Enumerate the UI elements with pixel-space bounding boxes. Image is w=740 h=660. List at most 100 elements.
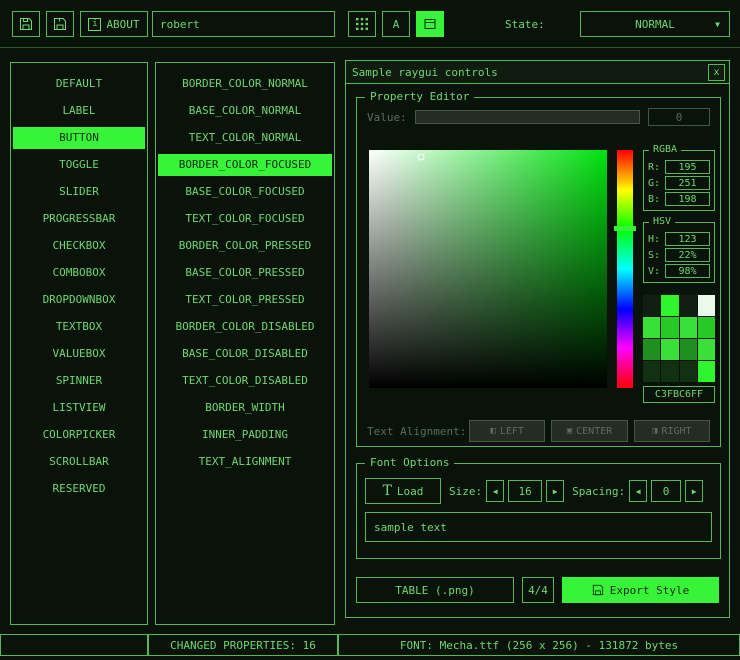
color-saturation-value-picker[interactable] xyxy=(369,150,607,388)
controls-list-item[interactable]: RESERVED xyxy=(13,478,145,500)
color-swatch[interactable] xyxy=(698,361,715,382)
spacing-decrement-button[interactable]: ◀ xyxy=(629,480,647,502)
color-swatch[interactable] xyxy=(680,317,697,338)
grid-icon xyxy=(356,18,368,30)
style-name-input[interactable] xyxy=(152,11,335,37)
g-label: G: xyxy=(648,178,662,189)
controls-list-item[interactable]: DROPDOWNBOX xyxy=(13,289,145,311)
color-swatch[interactable] xyxy=(643,295,660,316)
hex-color-box[interactable]: C3FBC6FF xyxy=(643,386,715,403)
export-page-indicator[interactable]: 4/4 xyxy=(522,577,554,603)
state-dropdown[interactable]: NORMAL ▼ xyxy=(580,11,730,37)
s-value-box[interactable]: 22% xyxy=(665,248,710,262)
color-swatch[interactable] xyxy=(643,317,660,338)
color-swatch[interactable] xyxy=(680,361,697,382)
controls-list-item[interactable]: COMBOBOX xyxy=(13,262,145,284)
size-value-box[interactable]: 16 xyxy=(508,480,542,502)
properties-list-item[interactable]: TEXT_COLOR_DISABLED xyxy=(158,370,332,392)
rgba-group-title: RGBA xyxy=(649,144,681,155)
export-format-button[interactable]: TABLE (.png) xyxy=(356,577,514,603)
align-center-button[interactable]: ▣ CENTER xyxy=(551,420,627,442)
properties-list-item[interactable]: INNER_PADDING xyxy=(158,424,332,446)
export-icon xyxy=(592,584,604,596)
properties-list-item[interactable]: BASE_COLOR_NORMAL xyxy=(158,100,332,122)
align-right-icon: ◨ xyxy=(652,426,657,436)
font-options-title: Font Options xyxy=(365,456,454,469)
color-swatch[interactable] xyxy=(661,295,678,316)
color-swatch[interactable] xyxy=(643,361,660,382)
properties-list-item[interactable]: TEXT_COLOR_FOCUSED xyxy=(158,208,332,230)
properties-list-item[interactable]: BASE_COLOR_PRESSED xyxy=(158,262,332,284)
color-swatch[interactable] xyxy=(661,339,678,360)
color-swatch[interactable] xyxy=(698,295,715,316)
h-value-box[interactable]: 123 xyxy=(665,232,710,246)
controls-list-item[interactable]: TOGGLE xyxy=(13,154,145,176)
properties-list-item[interactable]: BORDER_COLOR_DISABLED xyxy=(158,316,332,338)
value-box[interactable]: 0 xyxy=(648,108,710,126)
size-increment-button[interactable]: ▶ xyxy=(546,480,564,502)
controls-list-item[interactable]: CHECKBOX xyxy=(13,235,145,257)
font-atlas-button[interactable]: A xyxy=(382,11,410,37)
style-grid-button[interactable] xyxy=(348,11,376,37)
b-value-box[interactable]: 198 xyxy=(665,192,710,206)
load-font-button[interactable]: T Load xyxy=(365,478,441,504)
properties-list-item[interactable]: BORDER_COLOR_NORMAL xyxy=(158,73,332,95)
properties-list-item[interactable]: TEXT_COLOR_NORMAL xyxy=(158,127,332,149)
controls-list-item[interactable]: SPINNER xyxy=(13,370,145,392)
g-value-box[interactable]: 251 xyxy=(665,176,710,190)
properties-list-item[interactable]: BASE_COLOR_DISABLED xyxy=(158,343,332,365)
hue-slider-handle[interactable] xyxy=(614,226,636,231)
controls-list-item[interactable]: LISTVIEW xyxy=(13,397,145,419)
align-left-button[interactable]: ◧ LEFT xyxy=(469,420,545,442)
table-view-icon xyxy=(424,18,436,30)
color-swatch[interactable] xyxy=(661,361,678,382)
close-button[interactable]: x xyxy=(708,64,725,81)
color-swatch[interactable] xyxy=(680,339,697,360)
controls-list-item[interactable]: SCROLLBAR xyxy=(13,451,145,473)
properties-list-item[interactable]: BORDER_COLOR_FOCUSED xyxy=(158,154,332,176)
about-button[interactable]: i ABOUT xyxy=(80,11,148,37)
export-style-button[interactable]: Export Style xyxy=(562,577,719,603)
spacing-increment-button[interactable]: ▶ xyxy=(685,480,703,502)
color-swatch[interactable] xyxy=(643,339,660,360)
properties-list-item[interactable]: BORDER_WIDTH xyxy=(158,397,332,419)
sample-window-titlebar[interactable]: Sample raygui controls x xyxy=(346,61,729,84)
color-swatch[interactable] xyxy=(698,317,715,338)
properties-list-item[interactable]: BORDER_COLOR_PRESSED xyxy=(158,235,332,257)
controls-list-item[interactable]: LABEL xyxy=(13,100,145,122)
color-swatch[interactable] xyxy=(680,295,697,316)
rgba-group: RGBA R:195 G:251 B:198 xyxy=(643,150,715,211)
properties-list-item[interactable]: TEXT_COLOR_PRESSED xyxy=(158,289,332,311)
about-button-label: ABOUT xyxy=(106,18,139,31)
spacing-value-box[interactable]: 0 xyxy=(651,480,681,502)
chevron-down-icon: ▼ xyxy=(715,20,720,29)
statusbar-font-info: FONT: Mecha.ttf (256 x 256) - 131872 byt… xyxy=(338,634,740,656)
floppy-disk-icon xyxy=(19,17,33,31)
r-value-box[interactable]: 195 xyxy=(665,160,710,174)
sample-text-input[interactable]: sample text xyxy=(365,512,712,542)
open-file-button[interactable] xyxy=(12,11,40,37)
controls-list-item[interactable]: SLIDER xyxy=(13,181,145,203)
letter-a-icon: A xyxy=(393,18,400,31)
color-swatch[interactable] xyxy=(661,317,678,338)
size-decrement-button[interactable]: ◀ xyxy=(486,480,504,502)
save-file-button[interactable] xyxy=(46,11,74,37)
controls-list-item[interactable]: VALUEBOX xyxy=(13,343,145,365)
controls-list-item[interactable]: PROGRESSBAR xyxy=(13,208,145,230)
controls-list-item[interactable]: DEFAULT xyxy=(13,73,145,95)
controls-list-item[interactable]: TEXTBOX xyxy=(13,316,145,338)
style-table-view-button[interactable] xyxy=(416,11,444,37)
align-right-button[interactable]: ◨ RIGHT xyxy=(634,420,710,442)
controls-list-item[interactable]: BUTTON xyxy=(13,127,145,149)
s-label: S: xyxy=(648,250,662,261)
hue-slider[interactable] xyxy=(617,150,633,388)
color-swatch[interactable] xyxy=(698,339,715,360)
controls-list-item[interactable]: COLORPICKER xyxy=(13,424,145,446)
properties-list-item[interactable]: TEXT_ALIGNMENT xyxy=(158,451,332,473)
value-slider[interactable] xyxy=(415,110,640,124)
properties-list-item[interactable]: BASE_COLOR_FOCUSED xyxy=(158,181,332,203)
sample-controls-window: Sample raygui controls x Property Editor… xyxy=(345,60,730,618)
toolbar: i ABOUT A State: NORMAL ▼ xyxy=(0,0,740,48)
color-picker-cursor[interactable] xyxy=(418,154,425,161)
v-value-box[interactable]: 98% xyxy=(665,264,710,278)
